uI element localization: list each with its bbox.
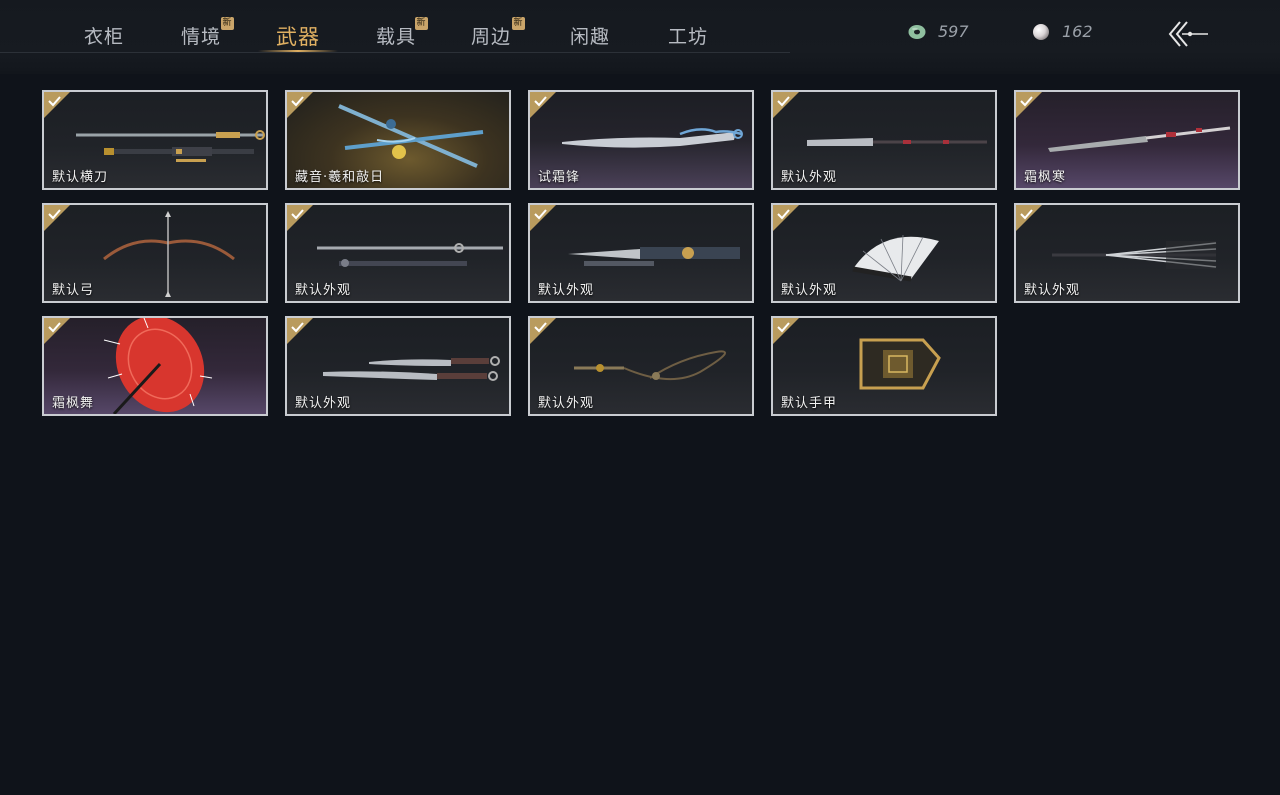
jade-coin-icon	[908, 25, 926, 39]
tab-weapons[interactable]: 武器	[276, 21, 320, 51]
weapon-card[interactable]: 默认外观	[771, 90, 997, 190]
tab-scene[interactable]: 情境新	[181, 17, 234, 49]
owned-check-icon	[287, 318, 313, 344]
owned-check-icon	[773, 92, 799, 118]
owned-check-icon	[1016, 92, 1042, 118]
new-badge: 新	[512, 17, 525, 30]
owned-check-icon	[530, 318, 556, 344]
top-bar: 衣柜 情境新 武器 载具新 周边新 闲趣 工坊 597 162	[0, 0, 1280, 74]
owned-check-icon	[530, 205, 556, 231]
owned-check-icon	[287, 92, 313, 118]
pearl-icon	[1033, 24, 1049, 40]
weapon-card[interactable]: 默认横刀	[42, 90, 268, 190]
weapon-card[interactable]: 霜枫寒	[1014, 90, 1240, 190]
weapon-card[interactable]: 默认外观	[528, 203, 754, 303]
owned-check-icon	[1016, 205, 1042, 231]
new-badge: 新	[415, 17, 428, 30]
weapon-card[interactable]: 默认外观	[771, 203, 997, 303]
tab-mounts[interactable]: 载具新	[376, 17, 428, 49]
owned-check-icon	[44, 318, 70, 344]
owned-check-icon	[773, 318, 799, 344]
tab-accessories[interactable]: 周边新	[471, 17, 525, 49]
weapon-card[interactable]: 霜枫舞	[42, 316, 268, 416]
tab-leisure[interactable]: 闲趣	[570, 22, 610, 49]
active-tab-underline	[258, 50, 338, 52]
weapon-card[interactable]: 默认弓	[42, 203, 268, 303]
weapon-card[interactable]: 默认外观	[528, 316, 754, 416]
back-arrow-icon[interactable]	[1166, 16, 1212, 52]
tab-bar: 衣柜 情境新 武器 载具新 周边新 闲趣 工坊	[0, 0, 790, 53]
tab-workshop[interactable]: 工坊	[668, 22, 708, 49]
new-badge: 新	[221, 17, 234, 30]
owned-check-icon	[773, 205, 799, 231]
weapon-card[interactable]: 试霜锋	[528, 90, 754, 190]
weapon-card[interactable]: 默认手甲	[771, 316, 997, 416]
owned-check-icon	[530, 92, 556, 118]
weapon-card[interactable]: 默认外观	[285, 203, 511, 303]
owned-check-icon	[287, 205, 313, 231]
weapon-card[interactable]: 默认外观	[1014, 203, 1240, 303]
owned-check-icon	[44, 92, 70, 118]
tab-wardrobe[interactable]: 衣柜	[84, 22, 124, 49]
weapon-card[interactable]: 藏音·羲和敲日	[285, 90, 511, 190]
weapon-card[interactable]: 默认外观	[285, 316, 511, 416]
owned-check-icon	[44, 205, 70, 231]
